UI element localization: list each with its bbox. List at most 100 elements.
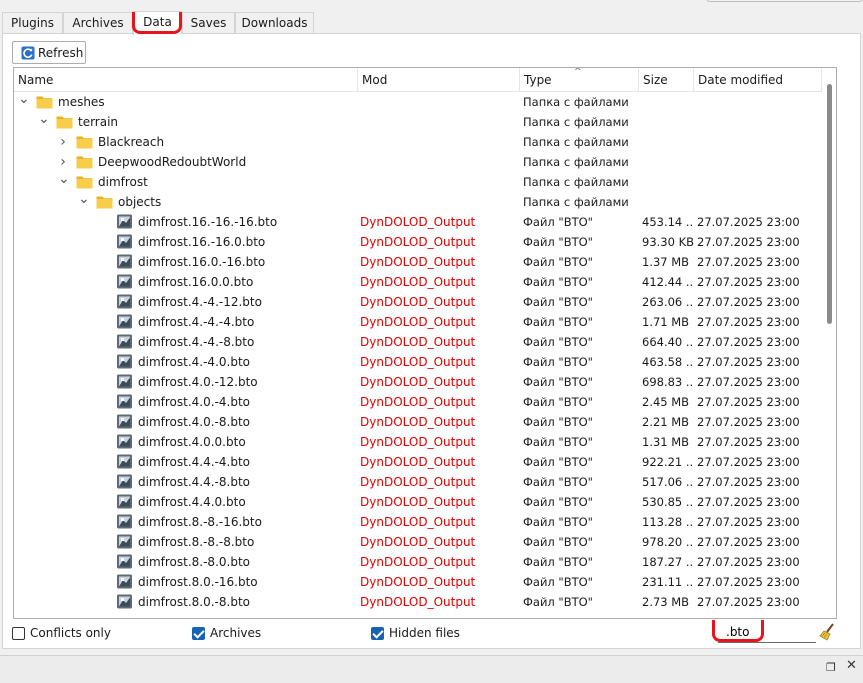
name-cell: dimfrost.8.-8.-8.bto	[14, 532, 358, 552]
type-cell: Папка с файлами	[523, 135, 629, 149]
tree-file-row[interactable]: dimfrost.4.4.-8.bto DynDOLOD_Output Файл "…	[14, 472, 822, 492]
name-cell: dimfrost.4.-4.0.bto	[14, 352, 358, 372]
column-header-date-modified[interactable]: Date modified	[694, 68, 822, 92]
tree-file-row[interactable]: dimfrost.16.-16.0.bto DynDOLOD_Output Файл…	[14, 232, 822, 252]
close-icon[interactable]: ✕	[846, 658, 857, 673]
date-cell: 27.07.2025 23:00	[697, 595, 800, 609]
date-cell: 27.07.2025 23:00	[697, 315, 800, 329]
folder-icon	[96, 194, 113, 209]
name-cell: dimfrost.16.-16.0.bto	[14, 232, 358, 252]
tree-file-row[interactable]: dimfrost.8.-8.0.bto DynDOLOD_Output Файл "…	[14, 552, 822, 572]
mod-cell: DynDOLOD_Output	[360, 335, 476, 349]
item-name: dimfrost.4.4.-4.bto	[138, 455, 250, 469]
tree-file-row[interactable]: dimfrost.8.-8.-16.bto DynDOLOD_Output Файл…	[14, 512, 822, 532]
hidden-files-check[interactable]	[371, 626, 384, 640]
tree-folder-row[interactable]: ⌄ meshes Папка с файлами	[14, 92, 822, 112]
conflicts-only-label: Conflicts only	[30, 626, 111, 640]
tree-file-row[interactable]: dimfrost.8.0.-16.bto DynDOLOD_Output Файл …	[14, 572, 822, 592]
tree-folder-row[interactable]: ⌄ terrain Папка с файлами	[14, 112, 822, 132]
name-cell: dimfrost.8.-8.0.bto	[14, 552, 358, 572]
tree-file-row[interactable]: dimfrost.4.0.0.bto DynDOLOD_Output Файл "B…	[14, 432, 822, 452]
mod-cell: DynDOLOD_Output	[360, 255, 476, 269]
column-header-size[interactable]: Size	[639, 68, 694, 92]
tree-folder-row[interactable]: › DeepwoodRedoubtWorld Папка с файлами	[14, 152, 822, 172]
restore-window-icon[interactable]: ❐	[826, 661, 836, 674]
bto-file-icon	[116, 254, 133, 269]
size-cell: 412.44 ...	[642, 275, 694, 289]
date-cell: 27.07.2025 23:00	[697, 295, 800, 309]
date-cell	[697, 92, 822, 112]
tree-file-row[interactable]: dimfrost.4.0.-8.bto DynDOLOD_Output Файл "…	[14, 412, 822, 432]
vertical-scrollbar[interactable]	[822, 68, 836, 618]
tree-folder-row[interactable]: ⌄ objects Папка с файлами	[14, 192, 822, 212]
refresh-button[interactable]: Refresh	[12, 41, 86, 64]
broom-icon[interactable]	[818, 622, 838, 642]
mod-cell: DynDOLOD_Output	[360, 435, 476, 449]
type-cell: Файл "BTO"	[523, 255, 593, 269]
tree-file-row[interactable]: dimfrost.4.0.-12.bto DynDOLOD_Output Файл …	[14, 372, 822, 392]
size-cell	[642, 112, 694, 132]
tab-data[interactable]: Data	[133, 11, 182, 35]
expand-chevron-icon[interactable]: ›	[58, 152, 68, 172]
size-cell: 530.85 ...	[642, 495, 694, 509]
archives-check[interactable]	[192, 626, 205, 640]
tree-file-row[interactable]: dimfrost.8.0.-8.bto DynDOLOD_Output Файл "…	[14, 592, 822, 612]
tree-file-row[interactable]: dimfrost.4.0.-4.bto DynDOLOD_Output Файл "…	[14, 392, 822, 412]
name-cell: dimfrost.8.-8.-16.bto	[14, 512, 358, 532]
sort-indicator-icon: ^	[574, 67, 582, 77]
tree-file-row[interactable]: dimfrost.4.-4.-8.bto DynDOLOD_Output Файл …	[14, 332, 822, 352]
tree-folder-row[interactable]: › Blackreach Папка с файлами	[14, 132, 822, 152]
conflicts-only-checkbox[interactable]: Conflicts only	[12, 624, 111, 642]
type-cell: Папка с файлами	[523, 115, 629, 129]
name-cell: dimfrost.4.0.-4.bto	[14, 392, 358, 412]
tree-file-row[interactable]: dimfrost.4.4.0.bto DynDOLOD_Output Файл "B…	[14, 492, 822, 512]
name-cell: dimfrost.4.-4.-4.bto	[14, 312, 358, 332]
collapse-chevron-icon[interactable]: ⌄	[78, 192, 90, 212]
filter-input[interactable]	[718, 622, 816, 643]
size-cell: 2.73 MB	[642, 595, 690, 609]
tree-file-row[interactable]: dimfrost.16.-16.-16.bto DynDOLOD_Output Фа…	[14, 212, 822, 232]
archives-checkbox[interactable]: Archives	[192, 624, 261, 642]
collapse-chevron-icon[interactable]: ⌄	[38, 112, 50, 132]
tree-file-row[interactable]: dimfrost.4.-4.0.bto DynDOLOD_Output Файл "…	[14, 352, 822, 372]
column-header-mod[interactable]: Mod	[358, 68, 520, 92]
hidden-files-checkbox[interactable]: Hidden files	[371, 624, 460, 642]
expand-chevron-icon[interactable]: ›	[58, 132, 68, 152]
tree-file-row[interactable]: dimfrost.16.0.-16.bto DynDOLOD_Output Файл…	[14, 252, 822, 272]
size-cell: 1.37 MB	[642, 255, 690, 269]
type-cell: Файл "BTO"	[523, 215, 593, 229]
size-cell	[642, 152, 694, 172]
name-cell: dimfrost.4.4.-4.bto	[14, 452, 358, 472]
type-cell: Файл "BTO"	[523, 335, 593, 349]
tab-saves[interactable]: Saves	[182, 12, 235, 34]
collapse-chevron-icon[interactable]: ⌄	[58, 172, 70, 192]
column-header-name[interactable]: Name	[14, 68, 358, 92]
size-cell	[642, 192, 694, 212]
folder-icon	[76, 134, 93, 149]
type-cell: Файл "BTO"	[523, 435, 593, 449]
collapse-chevron-icon[interactable]: ⌄	[18, 92, 30, 112]
tree-file-row[interactable]: dimfrost.4.-4.-12.bto DynDOLOD_Output Файл…	[14, 292, 822, 312]
tab-downloads[interactable]: Downloads	[235, 12, 314, 34]
folder-icon	[56, 114, 73, 129]
tree-file-row[interactable]: dimfrost.4.-4.-4.bto DynDOLOD_Output Файл …	[14, 312, 822, 332]
item-name: dimfrost.4.4.-8.bto	[138, 475, 250, 489]
tab-archives[interactable]: Archives	[63, 12, 133, 34]
tab-plugins[interactable]: Plugins	[2, 12, 63, 34]
tree-file-row[interactable]: dimfrost.16.0.0.bto DynDOLOD_Output Файл "…	[14, 272, 822, 292]
conflicts-only-check[interactable]	[12, 626, 25, 640]
bto-file-icon	[116, 554, 133, 569]
size-cell: 2.21 MB	[642, 415, 690, 429]
item-name: dimfrost.8.-8.-8.bto	[138, 535, 255, 549]
type-cell: Файл "BTO"	[523, 315, 593, 329]
scrollbar-thumb[interactable]	[827, 84, 832, 324]
file-tree[interactable]: Name Mod Type Size Date modified ^ ⌄ mesh…	[13, 67, 837, 619]
tree-folder-row[interactable]: ⌄ dimfrost Папка с файлами	[14, 172, 822, 192]
item-name: dimfrost.16.0.-16.bto	[138, 255, 266, 269]
bto-file-icon	[116, 514, 133, 529]
size-cell: 664.40 ...	[642, 335, 694, 349]
date-cell: 27.07.2025 23:00	[697, 495, 800, 509]
tree-file-row[interactable]: dimfrost.4.4.-4.bto DynDOLOD_Output Файл "…	[14, 452, 822, 472]
mod-cell	[360, 132, 520, 152]
tree-file-row[interactable]: dimfrost.8.-8.-8.bto DynDOLOD_Output Файл …	[14, 532, 822, 552]
